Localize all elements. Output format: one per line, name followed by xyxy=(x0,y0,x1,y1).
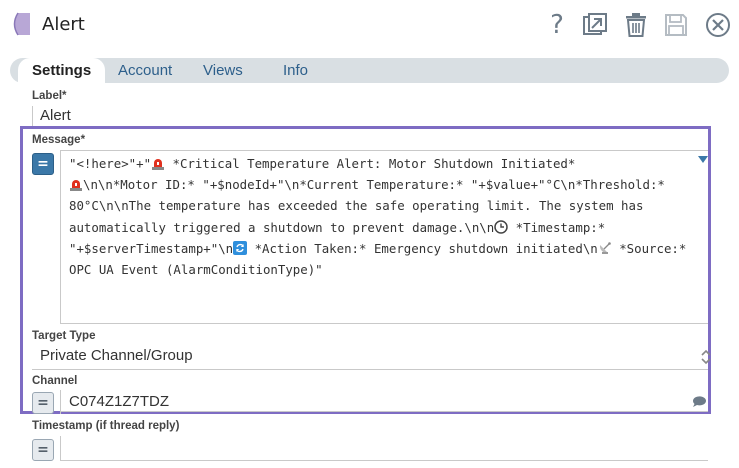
channel-expression-toggle[interactable]: = xyxy=(32,392,54,414)
dialog-title: Alert xyxy=(42,14,85,35)
select-arrows-icon[interactable] xyxy=(701,349,711,365)
close-icon xyxy=(706,13,730,37)
tab-account[interactable]: Account xyxy=(118,58,172,83)
target-type-select[interactable]: Private Channel/Group xyxy=(40,347,193,364)
timestamp-field-border xyxy=(60,436,61,461)
message-expression-text[interactable]: "<!here>"+" *Critical Temperature Alert:… xyxy=(69,153,699,280)
target-type-underline xyxy=(32,369,708,370)
label-input[interactable]: Alert xyxy=(40,107,71,124)
comment-icon[interactable] xyxy=(692,396,707,408)
export-icon xyxy=(583,13,607,35)
refresh-icon xyxy=(233,240,248,255)
clock-icon xyxy=(494,219,508,234)
export-button[interactable] xyxy=(580,10,610,40)
tab-info[interactable]: Info xyxy=(283,58,308,83)
delete-button[interactable] xyxy=(621,10,651,40)
label-field-label: Label* xyxy=(32,90,67,102)
message-field-label: Message* xyxy=(32,134,86,146)
expand-arrow-icon[interactable] xyxy=(698,156,708,164)
channel-input[interactable]: C074Z1Z7TDZ xyxy=(69,393,169,410)
delete-icon xyxy=(626,13,646,37)
siren-icon xyxy=(70,180,82,192)
timestamp-expression-toggle[interactable]: = xyxy=(32,439,54,461)
message-expression-toggle[interactable]: = xyxy=(32,153,54,175)
message-text-segment: *Action Taken:* Emergency shutdown initi… xyxy=(247,240,598,256)
help-button[interactable]: ? xyxy=(542,10,572,40)
timestamp-field-label: Timestamp (if thread reply) xyxy=(32,420,180,432)
snap-icon xyxy=(13,12,30,36)
save-icon xyxy=(665,14,687,36)
channel-field-label: Channel xyxy=(32,375,78,387)
help-icon: ? xyxy=(550,10,564,40)
tab-bar: Settings Account Views Info xyxy=(10,58,729,83)
save-button[interactable] xyxy=(661,10,691,40)
dialog-header: Alert ? xyxy=(0,0,739,54)
equals-icon: = xyxy=(37,395,49,411)
satellite-antenna-icon xyxy=(599,242,611,254)
equals-icon: = xyxy=(37,442,49,458)
tab-views[interactable]: Views xyxy=(203,58,243,83)
target-type-field-label: Target Type xyxy=(32,330,96,342)
close-button[interactable] xyxy=(703,10,733,40)
tab-settings[interactable]: Settings xyxy=(18,58,106,83)
message-text-segment: "<!here>"+" xyxy=(69,156,152,171)
channel-underline xyxy=(60,411,708,412)
timestamp-underline xyxy=(60,460,708,461)
label-field-border xyxy=(32,106,33,128)
equals-icon: = xyxy=(37,156,49,172)
siren-icon xyxy=(152,159,165,170)
message-text-segment: *Critical Temperature Alert: Motor Shutd… xyxy=(165,156,576,171)
